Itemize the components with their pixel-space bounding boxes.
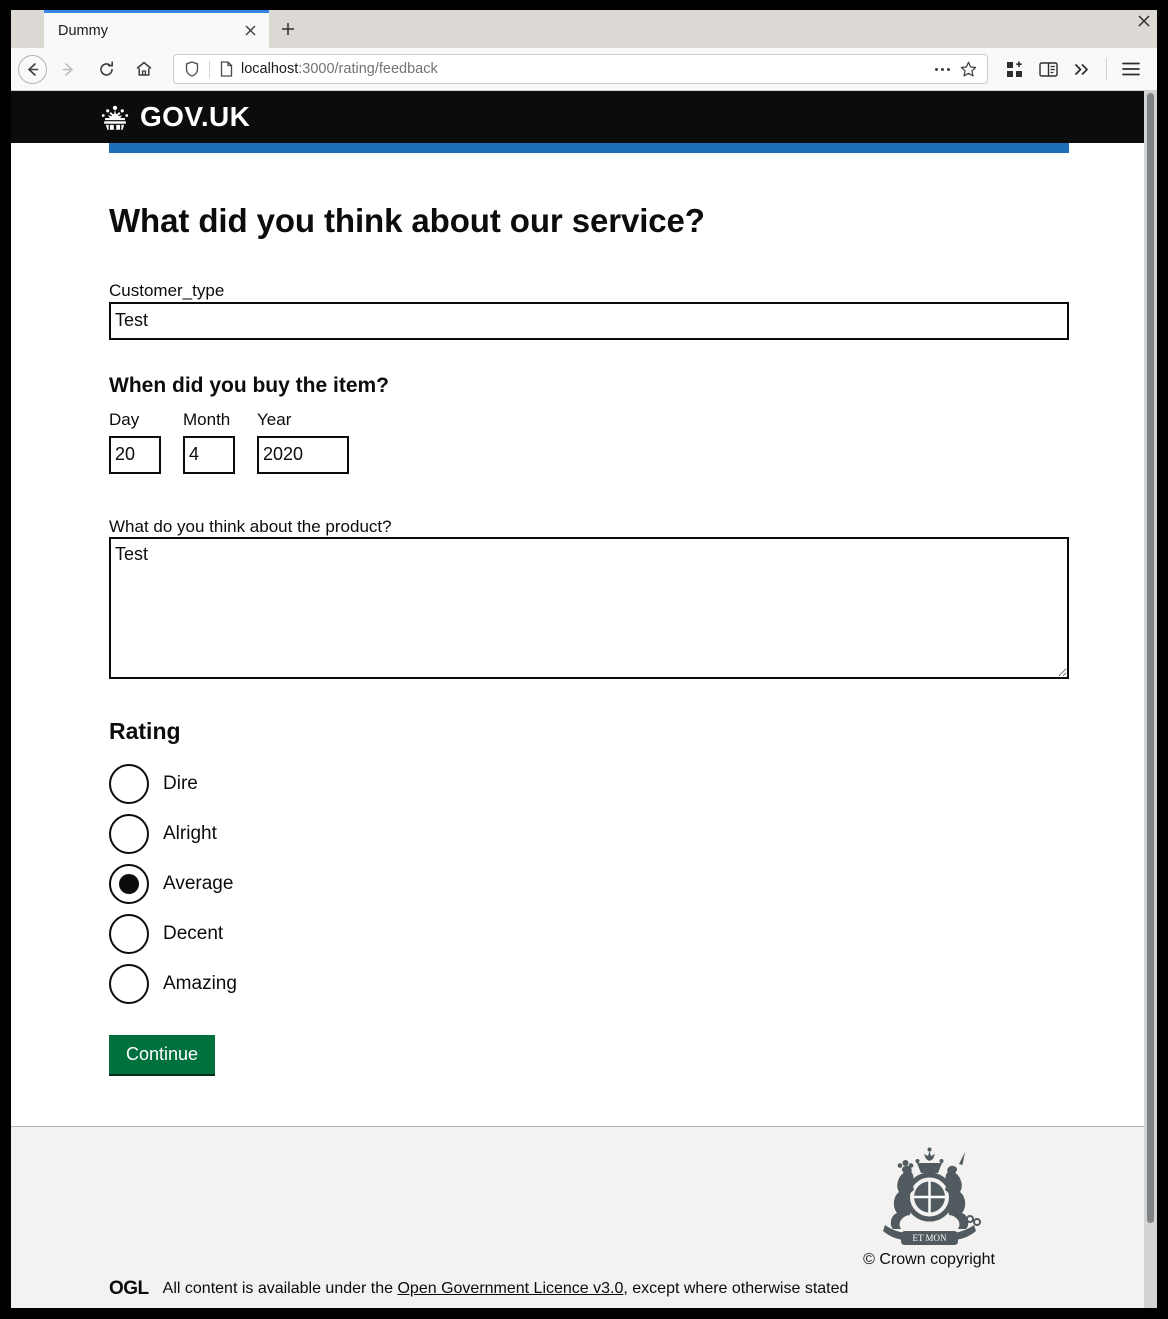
radio-label-decent: Decent — [163, 923, 224, 945]
royal-coat-of-arms-icon: ET MON — [863, 1147, 995, 1246]
radio-label-alright: Alright — [163, 823, 217, 845]
licence-text: All content is available under the Open … — [163, 1280, 849, 1298]
main-content: What did you think about our service? Cu… — [11, 153, 1071, 1075]
date-month-input[interactable] — [183, 435, 235, 474]
licence-prefix: All content is available under the — [162, 1279, 398, 1297]
product-opinion-textarea[interactable]: Test — [109, 537, 1069, 680]
browser-window: Dummy localhost:3000/rating/feedback GOV… — [0, 0, 1168, 1319]
footer-licence: OGL All content is available under the O… — [109, 1279, 848, 1298]
window-close-icon[interactable] — [1133, 10, 1155, 32]
date-year-input[interactable] — [257, 435, 349, 474]
shield-icon[interactable] — [182, 59, 202, 79]
date-month-group: Month — [183, 410, 235, 474]
crown-copyright-block: ET MON © Crown copyright — [863, 1147, 995, 1269]
date-day-group: Day — [109, 410, 161, 474]
purchase-date-legend: When did you buy the item? — [109, 373, 389, 397]
browser-tab[interactable]: Dummy — [44, 10, 269, 48]
radio-item-alright[interactable]: Alright — [109, 809, 1071, 859]
radio-circle-dire[interactable] — [109, 764, 149, 805]
tab-strip-spacer — [11, 10, 44, 48]
rating-group: Rating Dire Alright Average Decent Amazi… — [109, 718, 1071, 1009]
hamburger-menu-icon[interactable] — [1115, 53, 1147, 85]
radio-item-average[interactable]: Average — [109, 859, 1071, 909]
page-viewport: GOV.UK What did you think about our serv… — [11, 91, 1157, 1308]
radio-label-amazing: Amazing — [163, 973, 237, 995]
date-year-label: Year — [257, 409, 292, 429]
radio-circle-amazing[interactable] — [109, 964, 149, 1005]
govuk-crown-icon — [98, 103, 132, 131]
radio-circle-alright[interactable] — [109, 814, 149, 855]
date-day-label: Day — [109, 409, 140, 429]
customer-type-input[interactable] — [109, 301, 1069, 340]
new-tab-button[interactable] — [269, 10, 307, 48]
footer-inner: ET MON © Crown copyright OGL All content… — [11, 1127, 1071, 1308]
govuk-logo-link[interactable]: GOV.UK — [98, 103, 250, 131]
date-year-group: Year — [257, 410, 349, 474]
navigation-toolbar: localhost:3000/rating/feedback — [11, 48, 1157, 91]
reload-button[interactable] — [89, 52, 123, 86]
licence-suffix: , except where otherwise stated — [623, 1279, 849, 1297]
url-bar[interactable]: localhost:3000/rating/feedback — [173, 54, 988, 84]
continue-button[interactable]: Continue — [109, 1035, 216, 1075]
page-title: What did you think about our service? — [109, 202, 705, 239]
crown-copyright-text: © Crown copyright — [863, 1251, 995, 1269]
reader-view-icon[interactable] — [1032, 53, 1064, 85]
star-icon[interactable] — [955, 56, 981, 82]
radio-label-average: Average — [163, 873, 234, 895]
radio-circle-decent[interactable] — [109, 914, 149, 955]
page-content: GOV.UK What did you think about our serv… — [11, 91, 1144, 1308]
url-path: :3000/rating/feedback — [298, 61, 438, 77]
date-input-row: Day Month Year — [109, 410, 1071, 474]
url-text: localhost:3000/rating/feedback — [241, 61, 929, 77]
home-button[interactable] — [127, 52, 161, 86]
tab-strip: Dummy — [11, 10, 1157, 48]
ogl-logo: OGL — [109, 1278, 149, 1300]
govuk-header: GOV.UK — [11, 91, 1144, 143]
radio-label-dire: Dire — [163, 773, 198, 795]
page-icon — [217, 59, 235, 79]
product-opinion-group: What do you think about the product? Tes… — [109, 516, 1071, 680]
tab-close-icon[interactable] — [239, 20, 261, 42]
govuk-wordmark: GOV.UK — [140, 101, 251, 132]
forward-button — [51, 52, 85, 86]
double-chevron-right-icon[interactable] — [1066, 53, 1098, 85]
page-scrollbar-thumb[interactable] — [1147, 93, 1154, 1223]
url-divider — [209, 60, 210, 78]
customer-type-group: Customer_type — [109, 280, 1071, 340]
back-button[interactable] — [18, 54, 47, 84]
radio-item-dire[interactable]: Dire — [109, 759, 1071, 809]
radio-item-decent[interactable]: Decent — [109, 909, 1071, 959]
product-opinion-label: What do you think about the product? — [109, 516, 392, 536]
licence-link[interactable]: Open Government Licence v3.0 — [397, 1280, 623, 1297]
url-host: localhost — [241, 61, 299, 77]
svg-text:ET MON: ET MON — [912, 1233, 947, 1243]
ellipsis-icon[interactable] — [929, 56, 955, 82]
purchase-date-group: When did you buy the item? Day Month Yea… — [109, 373, 1071, 474]
blue-phase-band — [109, 143, 1069, 153]
tab-title: Dummy — [58, 22, 108, 39]
toolbar-divider — [1106, 58, 1107, 80]
date-day-input[interactable] — [109, 435, 161, 474]
rating-legend: Rating — [109, 718, 181, 745]
extensions-grid-icon[interactable] — [998, 53, 1030, 85]
page-scrollbar-track[interactable] — [1144, 91, 1157, 1308]
govuk-footer: ET MON © Crown copyright OGL All content… — [11, 1126, 1144, 1308]
customer-type-label: Customer_type — [109, 281, 225, 301]
radio-circle-average[interactable] — [109, 864, 149, 905]
radio-item-amazing[interactable]: Amazing — [109, 959, 1071, 1009]
date-month-label: Month — [183, 409, 231, 429]
